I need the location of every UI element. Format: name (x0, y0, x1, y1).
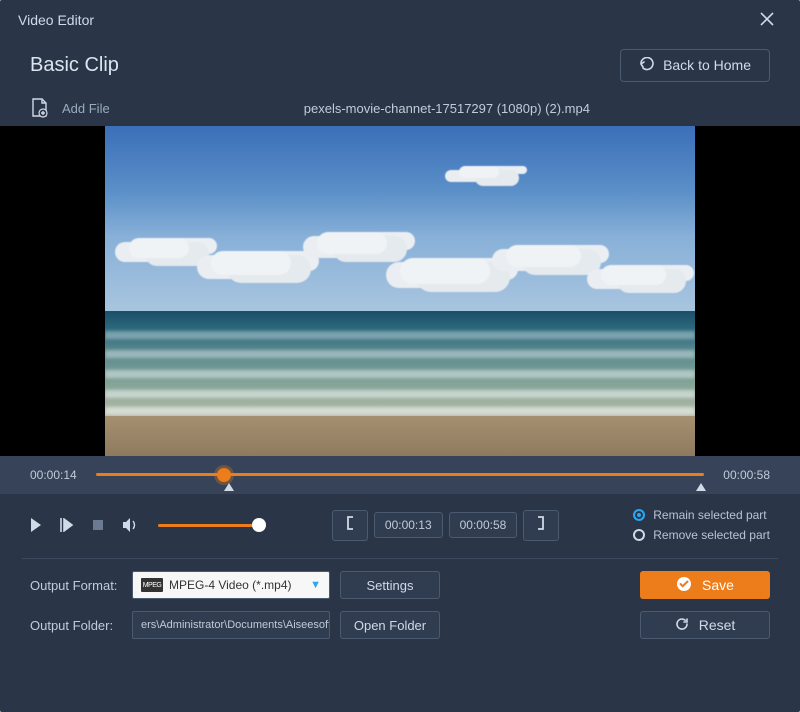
volume-slider[interactable] (158, 524, 258, 527)
current-filename: pexels-movie-channet-17517297 (1080p) (2… (124, 101, 770, 116)
remove-label: Remove selected part (653, 528, 770, 542)
remove-selected-option[interactable]: Remove selected part (633, 528, 770, 542)
output-format-select[interactable]: MPEG MPEG-4 Video (*.mp4) ▼ (132, 571, 330, 599)
playback-controls-row: 00:00:13 00:00:58 Remain selected part R… (0, 494, 800, 556)
output-format-value: MPEG-4 Video (*.mp4) (169, 578, 292, 592)
output-folder-value: ers\Administrator\Documents\Aiseesoft St… (141, 619, 330, 631)
step-forward-icon[interactable] (60, 518, 74, 532)
current-time-label: 00:00:14 (30, 468, 86, 482)
set-trim-start-button[interactable] (332, 510, 368, 541)
app-window: Video Editor Basic Clip Back to Home Add… (0, 0, 800, 712)
trim-end-marker[interactable] (696, 483, 706, 498)
playback-group (30, 518, 258, 532)
trim-start-marker[interactable] (224, 483, 234, 498)
window-title: Video Editor (18, 12, 94, 28)
trim-end-time[interactable]: 00:00:58 (449, 512, 518, 538)
reset-label: Reset (699, 617, 736, 633)
chevron-down-icon: ▼ (310, 579, 321, 591)
back-to-home-button[interactable]: Back to Home (620, 49, 770, 82)
open-folder-button[interactable]: Open Folder (340, 611, 440, 639)
back-label: Back to Home (663, 57, 751, 73)
radio-on-icon (633, 509, 645, 521)
settings-label: Settings (367, 578, 414, 593)
output-folder-row: Output Folder: ers\Administrator\Documen… (30, 611, 770, 639)
divider (22, 558, 778, 559)
save-button[interactable]: Save (640, 571, 770, 599)
output-folder-field[interactable]: ers\Administrator\Documents\Aiseesoft St… (132, 611, 330, 639)
play-icon[interactable] (30, 518, 42, 532)
titlebar: Video Editor (0, 0, 800, 40)
timeline-row: 00:00:14 00:00:58 (0, 456, 800, 494)
add-file-icon[interactable] (30, 98, 48, 118)
remain-label: Remain selected part (653, 508, 766, 522)
volume-icon[interactable] (122, 518, 140, 532)
header-row: Basic Clip Back to Home (0, 40, 800, 90)
output-folder-label: Output Folder: (30, 618, 122, 633)
save-label: Save (702, 577, 734, 593)
output-format-label: Output Format: (30, 578, 122, 593)
timeline-playhead[interactable] (217, 468, 231, 482)
add-file-button[interactable]: Add File (62, 101, 110, 116)
set-trim-end-button[interactable] (523, 510, 559, 541)
stop-icon[interactable] (92, 519, 104, 531)
trim-start-time[interactable]: 00:00:13 (374, 512, 443, 538)
mpeg-icon: MPEG (141, 578, 163, 592)
selection-mode-group: Remain selected part Remove selected par… (633, 508, 770, 542)
reset-icon (675, 617, 689, 634)
output-format-row: Output Format: MPEG MPEG-4 Video (*.mp4)… (30, 571, 770, 599)
timeline-slider[interactable] (96, 463, 704, 487)
output-section: Output Format: MPEG MPEG-4 Video (*.mp4)… (0, 561, 800, 655)
radio-off-icon (633, 529, 645, 541)
settings-button[interactable]: Settings (340, 571, 440, 599)
total-time-label: 00:00:58 (714, 468, 770, 482)
close-icon[interactable] (752, 6, 782, 35)
trim-time-group: 00:00:13 00:00:58 (332, 510, 559, 541)
back-arrow-icon (639, 57, 655, 74)
check-icon (676, 576, 692, 595)
reset-button[interactable]: Reset (640, 611, 770, 639)
volume-thumb[interactable] (252, 518, 266, 532)
page-title: Basic Clip (30, 54, 119, 77)
remain-selected-option[interactable]: Remain selected part (633, 508, 770, 522)
file-row: Add File pexels-movie-channet-17517297 (… (0, 90, 800, 126)
video-preview-frame[interactable] (105, 126, 695, 456)
video-preview-area (0, 126, 800, 456)
open-folder-label: Open Folder (354, 618, 426, 633)
